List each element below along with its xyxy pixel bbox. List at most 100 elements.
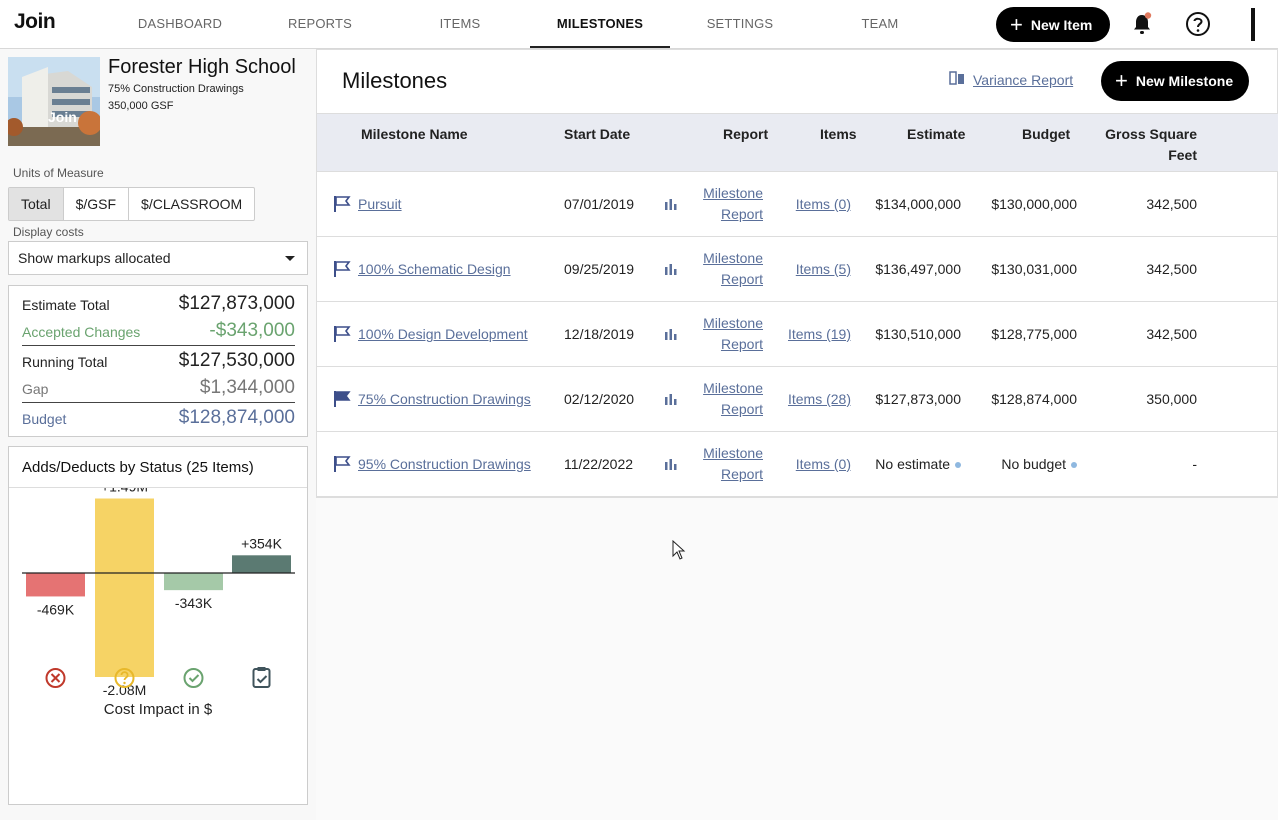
bar-chart-icon[interactable] <box>664 367 678 431</box>
tab-team[interactable]: TEAM <box>810 0 950 48</box>
user-menu-divider[interactable] <box>1251 8 1255 41</box>
adds-deducts-title: Adds/Deducts by Status (25 Items) <box>9 447 307 488</box>
totals-label: Running Total <box>22 354 108 370</box>
totals-label: Accepted Changes <box>22 324 141 340</box>
project-gsf: 350,000 GSF <box>108 100 174 112</box>
milestone-name-link[interactable]: 95% Construction Drawings <box>358 456 531 472</box>
estimate-value: $127,873,000 <box>875 391 961 407</box>
gsf-value: 350,000 <box>1146 391 1197 407</box>
milestone-report-link[interactable]: Milestone Report <box>687 313 763 355</box>
gsf-value: 342,500 <box>1146 196 1197 212</box>
units-label: Units of Measure <box>13 166 104 180</box>
bar-chart-icon[interactable] <box>664 237 678 301</box>
budget-value: $128,874,000 <box>991 391 1077 407</box>
variance-report-link[interactable]: Variance Report <box>949 70 1073 89</box>
project-name[interactable]: Forester High School <box>108 56 296 79</box>
estimate-cell: $136,497,000 <box>857 237 961 301</box>
col-start-date[interactable]: Start Date <box>564 124 630 145</box>
units-option[interactable]: Total <box>9 188 64 220</box>
flag-icon <box>333 367 351 431</box>
estimate-value: $134,000,000 <box>875 196 961 212</box>
add-bar[interactable] <box>232 555 291 573</box>
totals-card: Estimate Total $127,873,000 Accepted Chang… <box>8 285 308 437</box>
start-date: 12/18/2019 <box>564 326 635 342</box>
top-nav: Join DASHBOARD REPORTS ITEMS MILESTONES SETT… <box>0 0 1278 49</box>
table-header: Milestone Name Start Date Report Items E… <box>317 113 1278 172</box>
gsf-value: 342,500 <box>1146 261 1197 277</box>
info-dot-icon <box>1071 462 1077 468</box>
add-bar[interactable] <box>95 498 154 574</box>
join-logo[interactable]: Join <box>14 10 56 34</box>
items-link[interactable]: Items (19) <box>788 326 851 342</box>
milestone-name-link[interactable]: 100% Design Development <box>358 326 528 342</box>
table-row: 75% Construction Drawings 02/12/2020 Mil… <box>317 367 1278 432</box>
project-phase: 75% Construction Drawings <box>108 83 244 95</box>
milestone-report-link[interactable]: Milestone Report <box>687 443 763 485</box>
estimate-value: $136,497,000 <box>875 261 961 277</box>
bar-chart-icon[interactable] <box>664 172 678 236</box>
new-milestone-label: New Milestone <box>1135 73 1234 89</box>
milestone-name-link[interactable]: Pursuit <box>358 196 402 212</box>
new-item-button[interactable]: + New Item <box>996 7 1110 42</box>
col-estimate: Estimate <box>907 126 966 142</box>
table-row: Pursuit 07/01/2019 Milestone Report Item… <box>317 172 1278 237</box>
chart-footer: Cost Impact in $ <box>104 701 213 718</box>
page-title: Milestones <box>342 68 448 93</box>
deduct-label: -469K <box>37 601 75 617</box>
totals-row: Gap $1,344,000 <box>22 375 295 403</box>
rejected-x-icon[interactable] <box>45 668 66 688</box>
col-milestone-name[interactable]: Milestone Name <box>361 124 468 145</box>
bar-chart-icon[interactable] <box>664 302 678 366</box>
project-thumbnail: Join <box>8 57 100 146</box>
display-costs-value: Show markups allocated <box>18 250 171 266</box>
table-row: 100% Schematic Design 09/25/2019 Milesto… <box>317 237 1278 302</box>
deduct-bar[interactable] <box>95 573 154 677</box>
tab-dashboard[interactable]: DASHBOARD <box>110 0 250 48</box>
totals-value: $127,873,000 <box>178 293 295 314</box>
incorporated-clipboard-icon[interactable] <box>252 667 271 688</box>
budget-value: $130,000,000 <box>991 196 1077 212</box>
milestone-report-link[interactable]: Milestone Report <box>687 378 763 420</box>
accepted-check-icon[interactable] <box>183 668 204 688</box>
milestone-report-link[interactable]: Milestone Report <box>687 183 763 225</box>
units-option[interactable]: $/GSF <box>64 188 130 220</box>
adds-deducts-card: Adds/Deducts by Status (25 Items) -469K +… <box>8 446 308 805</box>
totals-label: Estimate Total <box>22 297 110 313</box>
variance-report-label: Variance Report <box>973 71 1074 88</box>
milestone-name-link[interactable]: 100% Schematic Design <box>358 261 511 277</box>
display-costs-select[interactable]: Show markups allocated <box>8 241 308 275</box>
units-option[interactable]: $/CLASSROOM <box>129 188 254 220</box>
estimate-cell: $134,000,000 <box>857 172 961 236</box>
budget-value: $130,031,000 <box>991 261 1077 277</box>
new-milestone-button[interactable]: + New Milestone <box>1101 61 1249 101</box>
estimate-cell: No estimate <box>857 432 961 496</box>
bell-icon[interactable] <box>1131 12 1153 36</box>
deduct-bar[interactable] <box>26 573 85 597</box>
totals-value: $1,344,000 <box>199 377 295 398</box>
estimate-value: No estimate <box>875 456 950 472</box>
new-item-label: New Item <box>1030 16 1093 33</box>
budget-value: No budget <box>1001 456 1066 472</box>
tab-items[interactable]: ITEMS <box>390 0 530 48</box>
plus-icon: + <box>1115 68 1128 93</box>
deduct-label: -343K <box>175 595 213 611</box>
bar-chart-icon[interactable] <box>664 432 678 496</box>
items-link[interactable]: Items (5) <box>796 261 851 277</box>
totals-value: -$343,000 <box>209 320 295 341</box>
milestone-report-link[interactable]: Milestone Report <box>687 248 763 290</box>
milestone-name-link[interactable]: 75% Construction Drawings <box>358 391 531 407</box>
col-gsf: Gross Square Feet <box>1105 126 1197 163</box>
items-link[interactable]: Items (28) <box>788 391 851 407</box>
items-link[interactable]: Items (0) <box>796 196 851 212</box>
help-icon[interactable] <box>1185 11 1211 37</box>
deduct-label: -2.08M <box>103 682 147 698</box>
tab-settings[interactable]: SETTINGS <box>670 0 810 48</box>
tab-milestones[interactable]: MILESTONES <box>530 0 670 48</box>
totals-row: Running Total $127,530,000 <box>22 347 295 375</box>
info-dot-icon <box>955 462 961 468</box>
tab-reports[interactable]: REPORTS <box>250 0 390 48</box>
estimate-value: $130,510,000 <box>875 326 961 342</box>
items-link[interactable]: Items (0) <box>796 456 851 472</box>
deduct-bar[interactable] <box>164 573 223 591</box>
flag-icon <box>333 172 351 236</box>
